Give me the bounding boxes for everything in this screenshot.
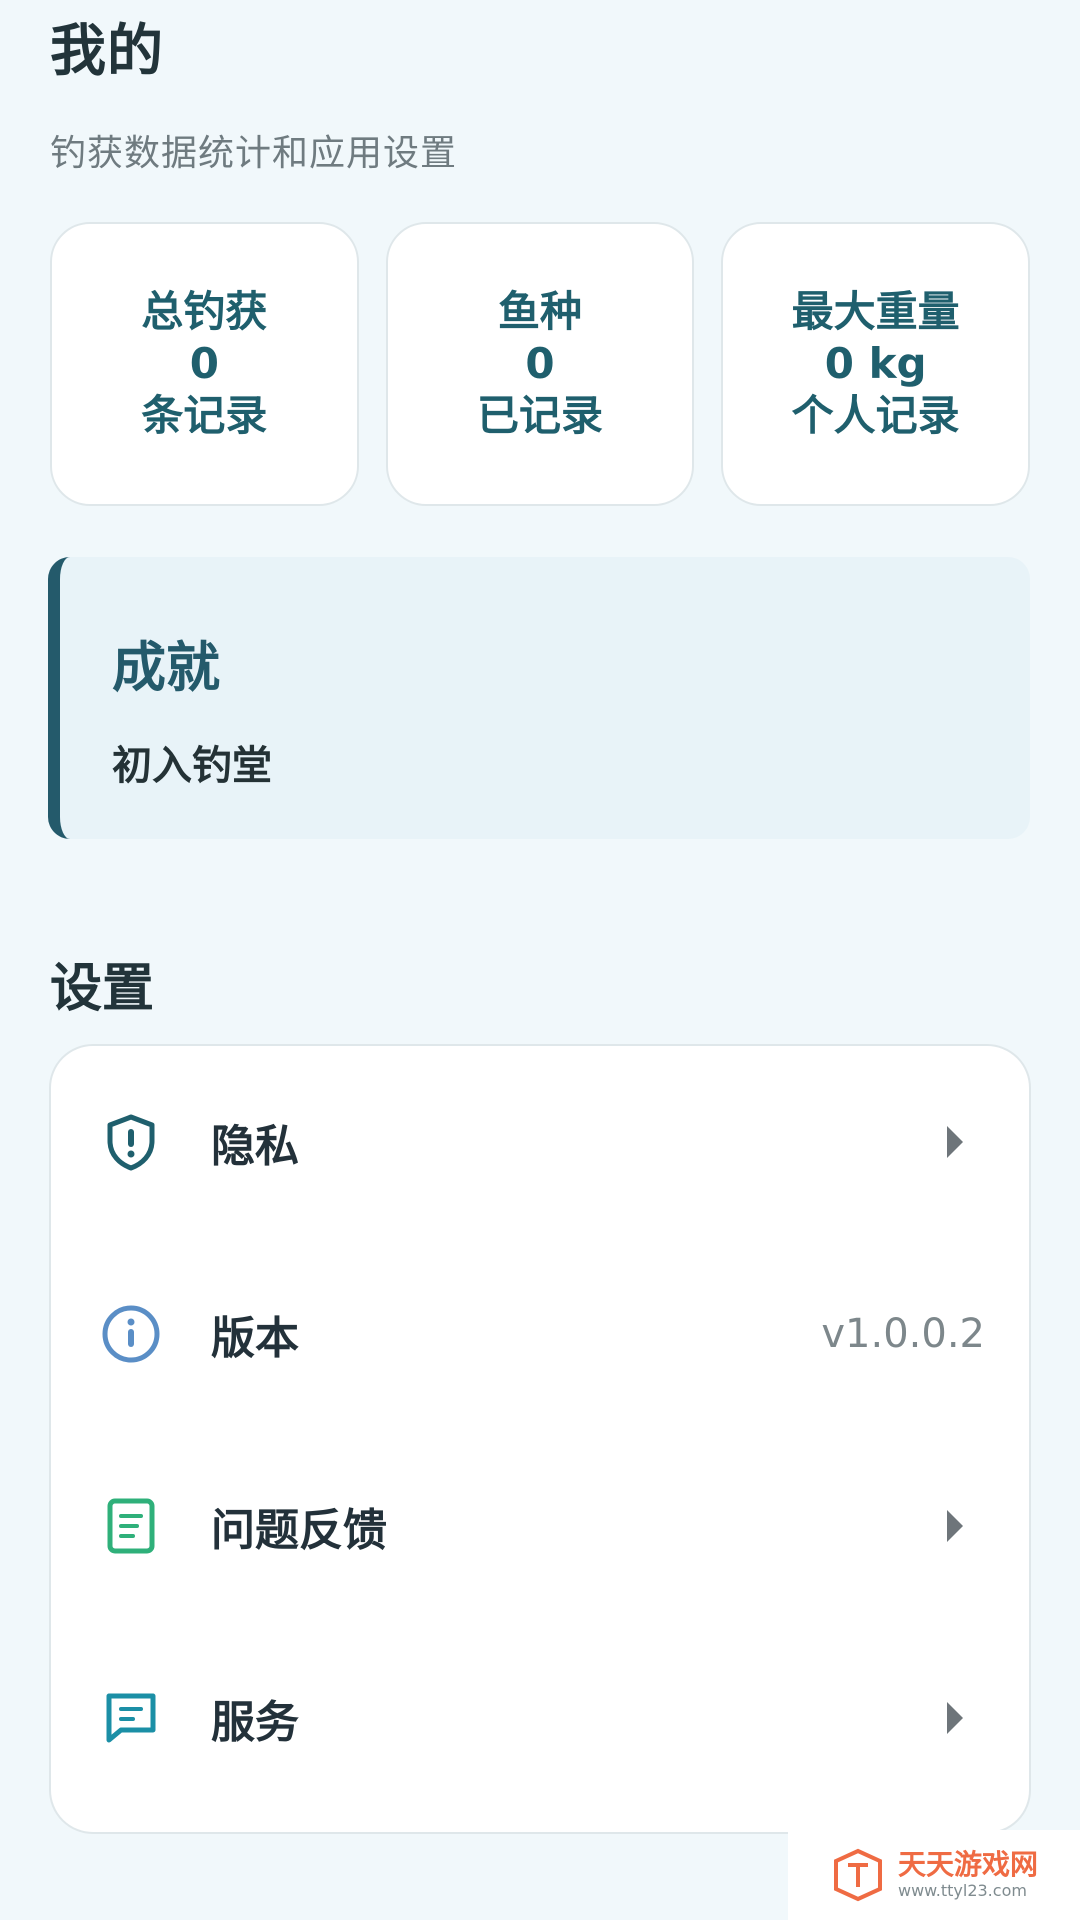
page-subtitle: 钓获数据统计和应用设置 [50,133,458,174]
stat-label: 最大重量 [791,287,960,336]
chevron-right-icon [947,1126,963,1158]
row-right [947,1510,985,1542]
shield-alert-icon [101,1112,161,1172]
profile-page: 我的 钓获数据统计和应用设置 总钓获 0 条记录 鱼种 0 已记录 最大重量 0… [0,0,1080,1920]
stat-caption: 已记录 [477,391,604,440]
stat-label: 总钓获 [141,287,268,336]
achievement-title: 成就 [112,636,220,699]
settings-card: 隐私 版本 v1.0.0.2 问题反馈 服务 [49,1044,1031,1834]
achievement-card: 成就 初入钓堂 [48,557,1030,839]
stat-label: 鱼种 [498,287,583,336]
settings-item-label: 版本 [211,1313,299,1364]
settings-item-feedback[interactable]: 问题反馈 [51,1430,1029,1622]
settings-item-version[interactable]: 版本 v1.0.0.2 [51,1238,1029,1430]
stat-card-species: 鱼种 0 已记录 [385,222,695,506]
chat-icon [101,1688,161,1748]
watermark: 天天游戏网 www.ttyl23.com [788,1830,1080,1920]
stat-card-total-catch: 总钓获 0 条记录 [50,222,359,506]
stat-caption: 个人记录 [791,391,960,440]
settings-item-label: 服务 [211,1697,299,1748]
settings-item-privacy[interactable]: 隐私 [51,1046,1029,1238]
stat-value: 0 [189,339,219,388]
stats-row: 总钓获 0 条记录 鱼种 0 已记录 最大重量 0 kg 个人记录 [50,222,1031,506]
watermark-logo-icon [833,1848,882,1902]
stat-value: 0 kg [824,339,927,388]
watermark-text: 天天游戏网 www.ttyl23.com [898,1851,1038,1899]
row-right: v1.0.0.2 [821,1311,985,1357]
settings-section-title: 设置 [50,959,155,1019]
version-value: v1.0.0.2 [821,1311,985,1357]
stat-value: 0 [525,339,555,388]
chevron-right-icon [947,1702,963,1734]
document-icon [101,1496,161,1556]
chevron-right-icon [947,1510,963,1542]
stat-caption: 条记录 [141,391,268,440]
page-title: 我的 [50,19,164,84]
info-icon [101,1304,161,1364]
watermark-title: 天天游戏网 [897,1848,1038,1881]
settings-item-service[interactable]: 服务 [51,1622,1029,1814]
row-right [947,1126,985,1158]
settings-item-label: 隐私 [211,1121,299,1172]
stat-card-max-weight: 最大重量 0 kg 个人记录 [721,222,1031,506]
row-right [947,1702,985,1734]
achievement-text: 初入钓堂 [112,743,272,789]
watermark-url: www.ttyl23.com [897,1881,1027,1900]
watermark-inner: 天天游戏网 www.ttyl23.com [830,1847,1038,1903]
settings-item-label: 问题反馈 [211,1505,387,1556]
